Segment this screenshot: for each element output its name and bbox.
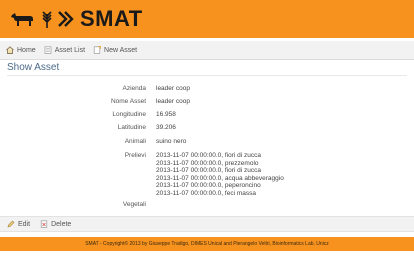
field-label: Animali [124,138,146,145]
main-nav: Home Asset List New Asset [0,41,414,60]
field-value: 16.958 [156,111,176,118]
pencil-icon [7,220,15,228]
field-value: leader coop [156,98,190,105]
title-divider [7,75,407,76]
prelievo-link[interactable]: 2013-11-07 00:00:00.0, prezzemolo [156,160,284,168]
edit-label: Edit [18,220,31,228]
list-icon [44,46,52,54]
nav-new-asset[interactable]: New Asset [93,46,137,54]
prelievo-link[interactable]: 2013-11-07 00:00:00.0, peperoncino [156,182,284,190]
field-label: Vegetali [122,201,146,208]
new-document-icon [93,46,101,54]
prelievi-list: 2013-11-07 00:00:00.0, fiori di zucca 20… [156,152,284,198]
nav-home[interactable]: Home [6,46,36,54]
field-value: leader coop [156,85,190,92]
app-title: SMAT [80,6,143,31]
nav-new-asset-label: New Asset [104,46,138,54]
page-title: Show Asset [7,62,60,73]
cow-icon [11,13,33,26]
field-value: suino nero [156,138,187,145]
nav-asset-list-label: Asset List [54,46,86,54]
nav-asset-list[interactable]: Asset List [44,46,85,54]
copyright-text: SMAT - Copyright© 2013 by Giuseppe Tradi… [85,241,329,247]
field-value: 39.206 [156,124,176,131]
wheat-icon [42,11,52,28]
edit-button[interactable]: Edit [7,220,30,228]
prelievo-link[interactable]: 2013-11-07 00:00:00.0, fiori di zucca [156,152,284,160]
home-icon [6,46,14,54]
prelievo-link[interactable]: 2013-11-07 00:00:00.0, fiori di zucca [156,167,284,175]
field-label: Longitudine [112,111,146,118]
delete-label: Delete [51,220,72,228]
app-logo[interactable]: SMAT [10,6,143,32]
footer: SMAT - Copyright© 2013 by Giuseppe Tradi… [0,237,414,251]
delete-document-icon [40,220,48,228]
field-label: Prelievi [124,152,146,159]
field-label: Nome Asset [110,98,146,105]
fast-forward-icon [58,11,74,27]
prelievo-link[interactable]: 2013-11-07 00:00:00.0, acqua abbeveraggi… [156,175,284,183]
field-label: Azienda [122,85,147,92]
app-header: SMAT [0,0,414,38]
nav-home-label: Home [17,46,36,54]
prelievo-link[interactable]: 2013-11-07 00:00:00.0, feci massa [156,190,284,198]
delete-button[interactable]: Delete [40,220,71,228]
action-bar: Edit Delete [0,216,414,232]
field-label: Latitudine [117,124,146,131]
